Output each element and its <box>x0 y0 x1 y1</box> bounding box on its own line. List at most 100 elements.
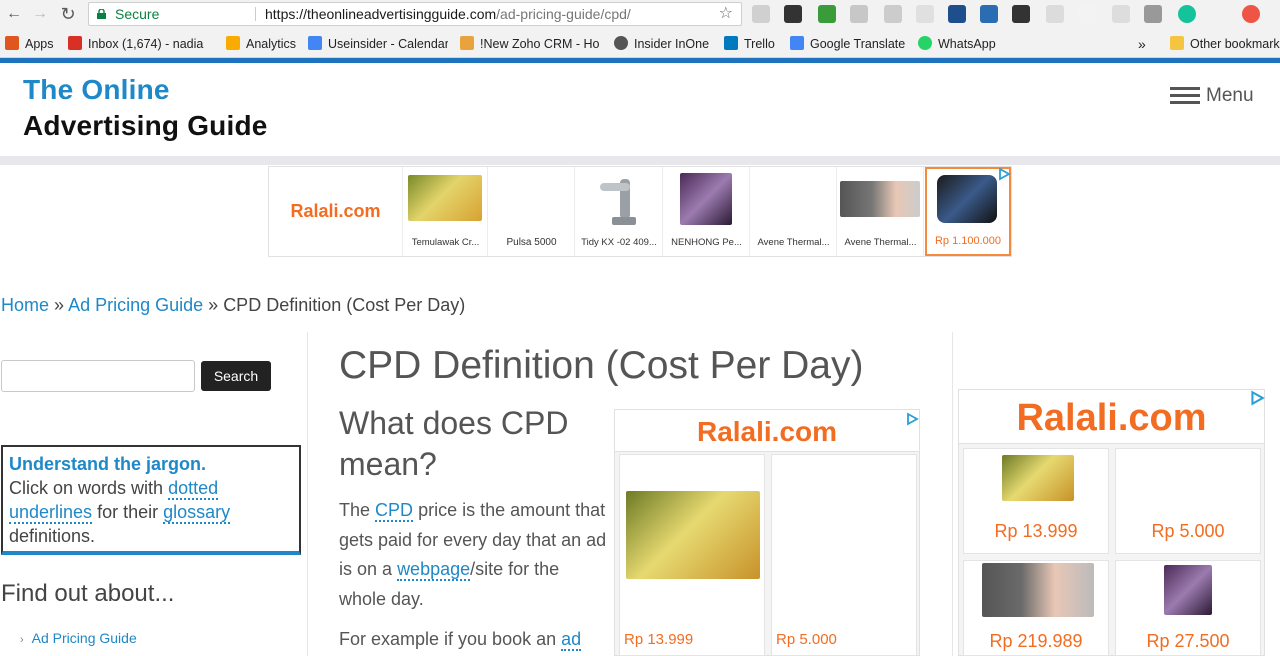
page-title: CPD Definition (Cost Per Day) <box>339 344 864 387</box>
jargon-title: Understand the jargon. <box>9 454 207 474</box>
ad-product-card[interactable]: Avene Thermal... <box>751 167 837 256</box>
url-text: https://theonlineadvertisingguide.com/ad… <box>265 3 631 25</box>
bookmarks-overflow-button[interactable]: » <box>1138 36 1146 52</box>
extension-icon[interactable] <box>1078 5 1096 23</box>
calendar-icon <box>308 36 322 50</box>
breadcrumb-current: CPD Definition (Cost Per Day) <box>223 295 466 315</box>
glossary-term-underlines[interactable]: underlines <box>9 502 93 524</box>
url-path: /ad-pricing-guide/cpd/ <box>496 6 631 22</box>
bookmark-calendar[interactable]: Useinsider - Calendar <box>308 36 448 52</box>
bookmark-label: Google Translate <box>810 37 906 51</box>
glossary-term-glossary[interactable]: glossary <box>163 502 231 524</box>
extension-icon[interactable] <box>1012 5 1030 23</box>
forward-icon[interactable]: → <box>30 4 50 24</box>
header-divider <box>0 156 1280 165</box>
shield-icon[interactable] <box>884 5 902 23</box>
adchoices-icon[interactable] <box>1249 390 1265 406</box>
menu-button[interactable]: Menu <box>1170 85 1254 107</box>
ad-caption: Pulsa 5000 <box>506 237 557 248</box>
bookmark-insider[interactable]: Insider InOne <box>614 36 709 52</box>
ad-product-card[interactable]: Rp 5.000 <box>771 454 917 656</box>
cloud-icon[interactable] <box>850 5 868 23</box>
ad-product-card[interactable]: Rp 219.989 <box>963 560 1109 656</box>
bookmark-label: Insider InOne <box>634 37 710 51</box>
extension-icon[interactable] <box>948 5 966 23</box>
zoho-icon <box>460 36 474 50</box>
glossary-term-cpd[interactable]: CPD <box>375 500 414 522</box>
column-divider <box>952 332 953 656</box>
bookmark-analytics[interactable]: Analytics <box>226 36 296 52</box>
address-bar[interactable]: Secure https://theonlineadvertisingguide… <box>88 2 742 26</box>
ad-product-card[interactable]: NENHONG Pe... <box>664 167 750 256</box>
extension-icon[interactable] <box>1210 5 1228 23</box>
ad-brand-cell[interactable]: Ralali.com <box>269 167 403 256</box>
article-paragraph: For example if you book an ad <box>339 625 611 655</box>
extension-icon[interactable] <box>1046 5 1064 23</box>
trello-icon <box>724 36 738 50</box>
bookmark-translate[interactable]: Google Translate <box>790 36 905 52</box>
sidebar-link-label: Ad Pricing Guide <box>31 630 137 646</box>
top-ad-banner[interactable]: Ralali.com Temulawak Cr... Pulsa 5000 Ti… <box>268 166 1012 257</box>
ad-price: Rp 219.989 <box>989 631 1083 651</box>
ad-product-card[interactable]: Rp 13.999 <box>963 448 1109 554</box>
ad-product-card[interactable]: Pulsa 5000 <box>489 167 575 256</box>
bookmark-trello[interactable]: Trello <box>724 36 775 52</box>
product-image <box>840 181 920 217</box>
glossary-term-dotted[interactable]: dotted <box>168 478 219 500</box>
ad-product-card[interactable]: Tidy KX -02 409... <box>576 167 663 256</box>
bookmark-star-icon[interactable]: ☆ <box>719 3 733 25</box>
color-picker-icon[interactable] <box>1242 5 1260 23</box>
site-top-bar <box>0 58 1280 63</box>
breadcrumb-guide-link[interactable]: Ad Pricing Guide <box>68 295 203 315</box>
sidebar-ad[interactable]: Ralali.com Rp 13.999 Rp 5.000 Rp 219.989… <box>958 389 1265 656</box>
search-button[interactable]: Search <box>201 361 271 391</box>
ralali-logo: Ralali.com <box>615 410 919 452</box>
ad-product-card[interactable]: Avene Thermal... <box>838 167 924 256</box>
sidebar-link-ad-pricing-guide[interactable]: › Ad Pricing Guide <box>20 630 137 646</box>
glossary-term-webpage[interactable]: webpage <box>397 559 471 581</box>
back-icon[interactable]: ← <box>4 4 24 24</box>
jargon-text: for their <box>97 502 159 522</box>
site-logo-line2[interactable]: Advertising Guide <box>23 110 268 142</box>
extension-icon[interactable] <box>752 5 770 23</box>
ad-product-card[interactable]: Rp 13.999 <box>619 454 765 656</box>
extension-icon[interactable] <box>916 5 934 23</box>
bookmark-whatsapp[interactable]: WhatsApp <box>918 36 996 52</box>
bookmark-label: Useinsider - Calendar <box>328 37 448 51</box>
adchoices-icon[interactable] <box>997 167 1011 181</box>
product-image <box>937 175 997 223</box>
url-separator <box>255 7 256 21</box>
breadcrumb-home-link[interactable]: Home <box>1 295 49 315</box>
product-image <box>408 175 482 221</box>
ad-caption: Avene Thermal... <box>844 237 917 248</box>
product-image <box>1002 455 1074 501</box>
ad-product-card[interactable]: Rp 27.500 <box>1115 560 1261 656</box>
pocket-icon[interactable] <box>784 5 802 23</box>
adchoices-icon[interactable] <box>905 412 919 426</box>
bookmark-apps[interactable]: Apps <box>5 36 54 52</box>
insider-icon <box>614 36 628 50</box>
bookmark-zoho[interactable]: !New Zoho CRM - Ho <box>460 36 600 52</box>
jargon-text: definitions. <box>9 526 96 546</box>
extension-icon[interactable] <box>818 5 836 23</box>
inline-ad[interactable]: Ralali.com Rp 13.999 Rp 5.000 <box>614 409 920 656</box>
bookmark-inbox[interactable]: Inbox (1,674) - nadia <box>68 36 208 52</box>
extension-icon[interactable] <box>980 5 998 23</box>
ad-product-card[interactable]: Temulawak Cr... <box>404 167 488 256</box>
breadcrumb: Home » Ad Pricing Guide » CPD Definition… <box>1 295 465 316</box>
bookmark-label: WhatsApp <box>938 37 996 51</box>
glossary-term-ad[interactable]: ad <box>561 629 582 651</box>
jargon-text: Click on words with <box>9 478 164 498</box>
grammarly-icon[interactable] <box>1178 5 1196 23</box>
site-logo-line1[interactable]: The Online <box>23 74 170 106</box>
reload-icon[interactable]: ↻ <box>58 4 78 24</box>
bookmark-label: Apps <box>25 37 54 51</box>
extension-icon[interactable] <box>1144 5 1162 23</box>
ad-product-card[interactable]: Rp 5.000 <box>1115 448 1261 554</box>
column-divider <box>307 332 308 656</box>
bookmark-other[interactable]: Other bookmarks <box>1170 36 1280 52</box>
insider-icon[interactable] <box>1112 5 1130 23</box>
ralali-logo: Ralali.com <box>959 390 1264 444</box>
breadcrumb-separator: » <box>54 295 65 315</box>
search-input[interactable] <box>1 360 195 392</box>
